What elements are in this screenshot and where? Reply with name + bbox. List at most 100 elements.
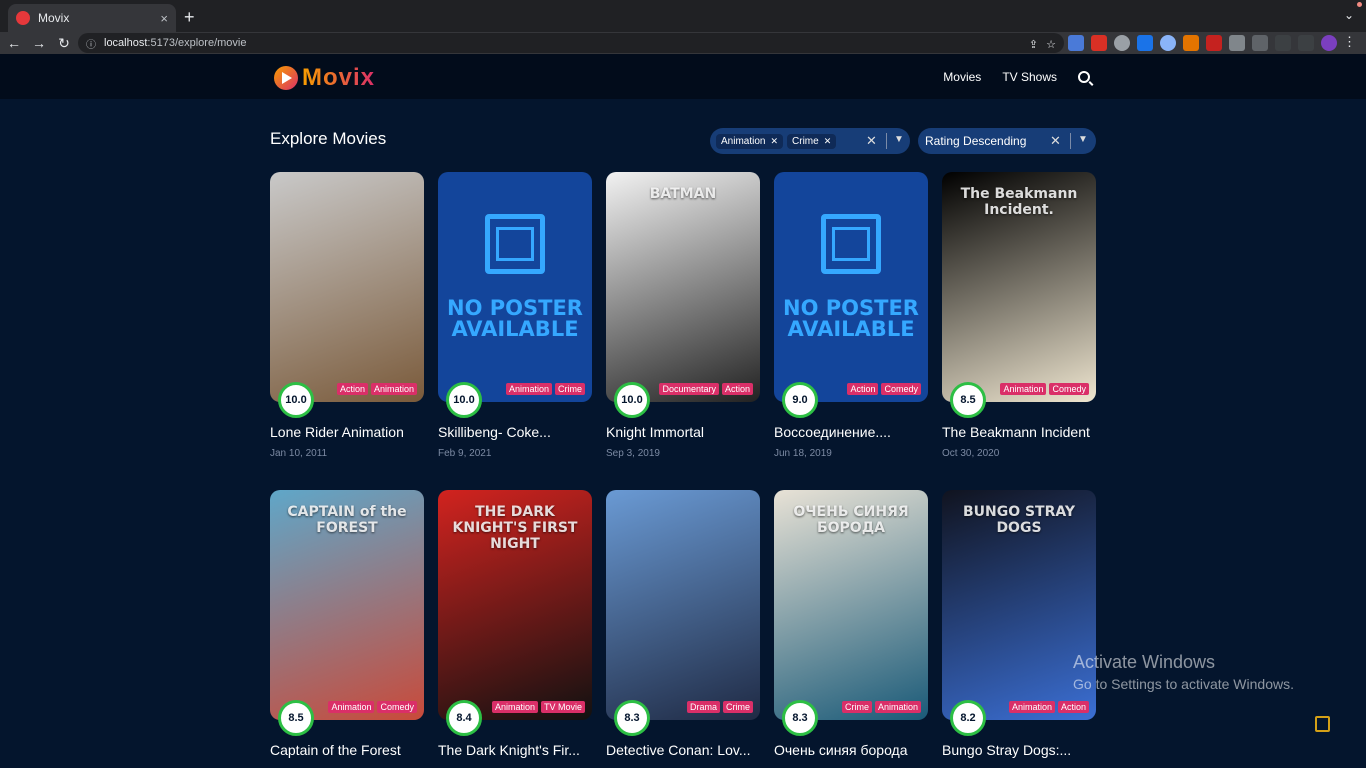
genre-tags: Documentary Action — [659, 383, 753, 395]
remove-chip-icon[interactable]: ✕ — [824, 136, 832, 147]
profile-avatar[interactable] — [1321, 35, 1337, 51]
logo-icon — [274, 66, 298, 90]
browser-menu-icon[interactable]: ⋮ — [1343, 34, 1356, 50]
genre-tags: Animation Crime — [505, 383, 585, 395]
extension-icon[interactable] — [1091, 35, 1107, 51]
clear-sort-icon[interactable]: ✕ — [1050, 133, 1061, 149]
address-bar[interactable]: ⓘ localhost :5173/explore/movie ⇪ ☆ — [78, 33, 1064, 53]
genre-tag: Crime — [723, 701, 753, 713]
site-info-icon[interactable]: ⓘ — [86, 36, 96, 51]
movie-poster[interactable]: Action Animation — [270, 172, 424, 402]
genre-tag: Action — [721, 383, 753, 395]
logo-text: Movix — [302, 64, 376, 91]
extension-icon[interactable] — [1114, 35, 1130, 51]
forward-icon[interactable]: → — [28, 35, 50, 51]
genre-tag: Animation — [1008, 701, 1055, 713]
windows-activation-watermark: Activate Windows Go to Settings to activ… — [1073, 652, 1294, 692]
favicon-icon — [16, 11, 30, 25]
movie-poster[interactable]: THE DARK KNIGHT'S FIRST NIGHT Animation TV… — [438, 490, 592, 720]
nav-tv-shows[interactable]: TV Shows — [1002, 70, 1057, 84]
no-poster-placeholder: NO POSTER AVAILABLE — [438, 172, 592, 402]
movie-title: The Beakmann Incident — [942, 424, 1090, 440]
movie-poster[interactable]: ОЧЕНЬ СИНЯЯ БОРОДА Crime Animation — [774, 490, 928, 720]
genre-tags: Animation Comedy — [328, 701, 417, 713]
genre-tags: Animation Action — [1008, 701, 1089, 713]
poster-lettering: CAPTAIN of the FOREST — [287, 504, 407, 536]
back-icon[interactable]: ← — [3, 35, 25, 51]
genre-tag: Animation — [1000, 383, 1047, 395]
movie-title: Bungo Stray Dogs:... — [942, 742, 1072, 758]
extension-icon[interactable] — [1160, 35, 1176, 51]
genre-tag: Crime — [841, 701, 872, 713]
movie-title: Detective Conan: Lov... — [606, 742, 751, 758]
no-poster-text: NO POSTER AVAILABLE — [783, 296, 919, 341]
no-poster-text: NO POSTER AVAILABLE — [447, 296, 583, 341]
movie-title: Skillibeng- Coke... — [438, 424, 551, 440]
app-header: Movix Movies TV Shows — [0, 54, 1366, 99]
poster-lettering: BUNGO STRAY DOGS — [962, 504, 1076, 536]
search-icon[interactable] — [1078, 71, 1090, 83]
browser-tab[interactable]: Movix × — [8, 4, 176, 32]
genre-chip-label: Animation — [721, 135, 766, 147]
chevron-down-icon[interactable]: ▼ — [1078, 134, 1088, 145]
genre-tag: Animation — [874, 701, 921, 713]
genre-tag: Action — [1057, 701, 1089, 713]
browser-tab-bar: Movix × + ⌄ — [0, 0, 1366, 32]
genre-tag: Comedy — [1049, 383, 1089, 395]
poster-lettering: THE DARK KNIGHT'S FIRST NIGHT — [452, 504, 578, 552]
genre-tag: Comedy — [881, 383, 921, 395]
logo[interactable]: Movix — [274, 64, 375, 92]
clear-genres-icon[interactable]: ✕ — [866, 133, 877, 149]
new-tab-button[interactable]: + — [184, 7, 195, 28]
bookmark-star-icon[interactable]: ☆ — [1046, 38, 1056, 51]
genre-tag: TV Movie — [540, 701, 585, 713]
rating-circle: 10.0 — [446, 382, 482, 418]
puzzle-icon[interactable] — [1252, 35, 1268, 51]
movie-poster[interactable]: Drama Crime — [606, 490, 760, 720]
extension-icon[interactable] — [1137, 35, 1153, 51]
movie-poster[interactable]: NO POSTER AVAILABLE Animation Crime — [438, 172, 592, 402]
genre-tag: Animation — [370, 383, 417, 395]
movie-title: Knight Immortal — [606, 424, 705, 440]
extension-icon[interactable] — [1206, 35, 1222, 51]
genre-tag: Drama — [686, 701, 720, 713]
genre-tag: Documentary — [659, 383, 719, 395]
movie-poster[interactable]: CAPTAIN of the FOREST Animation Comedy — [270, 490, 424, 720]
poster-image: The Beakmann Incident. — [942, 172, 1096, 402]
release-date: Jan 10, 2011 — [270, 448, 328, 459]
rating-circle: 10.0 — [278, 382, 314, 418]
side-panel-icon[interactable] — [1298, 35, 1314, 51]
release-date: Jun 18, 2019 — [774, 448, 832, 459]
taskbar-app-icon[interactable] — [1315, 716, 1330, 732]
extensions-bar — [1068, 35, 1337, 51]
sort-select[interactable]: Rating Descending ✕ ▼ — [918, 128, 1096, 154]
url-path: :5173/explore/movie — [147, 37, 247, 49]
extension-icon[interactable] — [1183, 35, 1199, 51]
movie-poster[interactable]: The Beakmann Incident. Animation Comedy — [942, 172, 1096, 402]
page-title: Explore Movies — [270, 129, 387, 148]
chevron-down-icon[interactable]: ▼ — [894, 134, 904, 145]
remove-chip-icon[interactable]: ✕ — [770, 136, 778, 147]
sort-value: Rating Descending — [925, 134, 1027, 148]
reading-list-icon[interactable] — [1275, 35, 1291, 51]
film-icon — [485, 214, 545, 274]
tab-search-icon[interactable]: ⌄ — [1344, 8, 1354, 22]
share-icon[interactable]: ⇪ — [1029, 38, 1038, 51]
movie-poster[interactable]: NO POSTER AVAILABLE Action Comedy — [774, 172, 928, 402]
poster-lettering: BATMAN — [649, 186, 717, 202]
notification-dot — [1357, 2, 1362, 7]
genre-tags: Animation Comedy — [1000, 383, 1089, 395]
film-icon — [821, 214, 881, 274]
poster-image: CAPTAIN of the FOREST — [270, 490, 424, 720]
watermark-line-2: Go to Settings to activate Windows. — [1073, 676, 1294, 692]
genre-filter[interactable]: Animation ✕ Crime ✕ ✕ ▼ — [710, 128, 910, 154]
close-tab-icon[interactable]: × — [160, 11, 168, 26]
extension-icon[interactable] — [1229, 35, 1245, 51]
movie-title: Очень синяя борода — [774, 742, 908, 758]
poster-image: ОЧЕНЬ СИНЯЯ БОРОДА — [774, 490, 928, 720]
reload-icon[interactable]: ↻ — [53, 35, 75, 52]
extension-icon[interactable] — [1068, 35, 1084, 51]
nav-movies[interactable]: Movies — [943, 70, 981, 84]
movie-poster[interactable]: BATMAN Documentary Action — [606, 172, 760, 402]
poster-image — [270, 172, 424, 402]
